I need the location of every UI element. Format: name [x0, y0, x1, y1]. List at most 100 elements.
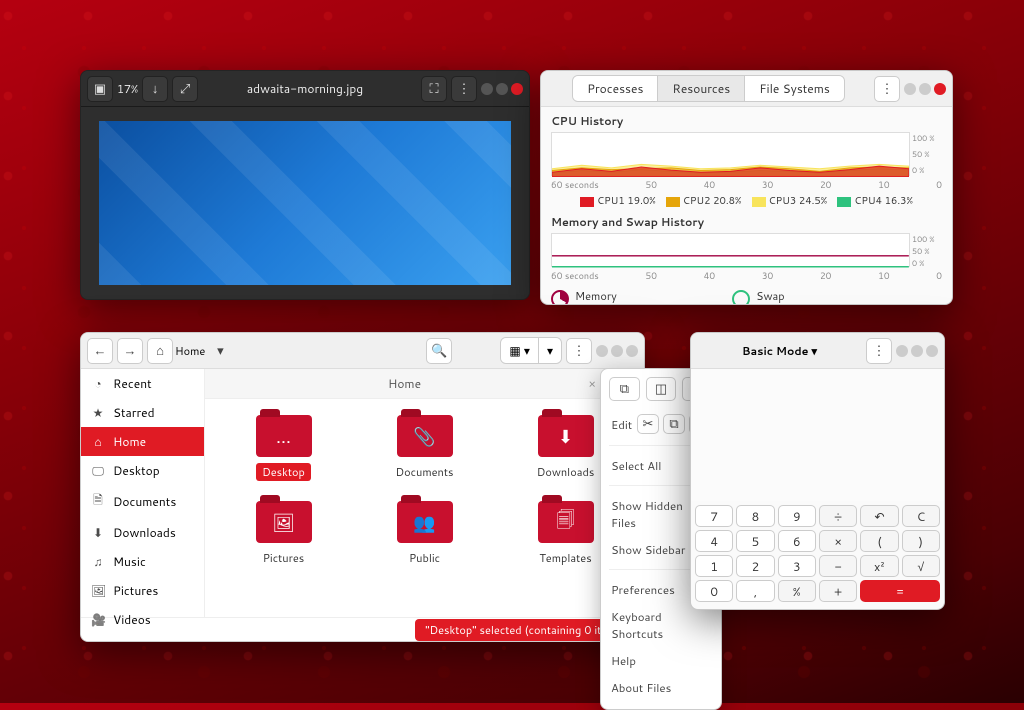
sidebar-label: Desktop [113, 462, 160, 479]
key-×[interactable]: × [819, 530, 857, 552]
image-viewer-window: ▣ 17% ↓ ⤢ adwaita-morning.jpg ⛶ ⋮ [80, 70, 530, 300]
expand-button[interactable]: ⤢ [172, 76, 198, 102]
key-7[interactable]: 7 [695, 505, 733, 527]
cut-button[interactable]: ✂ [637, 414, 659, 434]
hamburger-menu-button[interactable]: ⋮ [566, 338, 592, 364]
menu-button[interactable]: ⋮ [866, 338, 892, 364]
key-4[interactable]: 4 [695, 530, 733, 552]
menu-button[interactable]: ⋮ [451, 76, 477, 102]
nav-back-button[interactable]: ← [87, 338, 113, 364]
help-item[interactable]: Help [609, 647, 713, 674]
folder-public[interactable]: 👥Public [356, 501, 493, 567]
cpu-legend: CPU1 19.0%CPU2 20.8%CPU3 24.5%CPU4 16.3% [551, 194, 942, 208]
minimize-icon[interactable] [596, 345, 608, 357]
key-+[interactable]: + [819, 580, 857, 602]
sidebar-icon: ⬇ [91, 524, 105, 541]
system-monitor-titlebar: Processes Resources File Systems ⋮ [541, 71, 952, 107]
key-9[interactable]: 9 [778, 505, 816, 527]
folder-icon: … [256, 415, 312, 457]
key-−[interactable]: − [819, 555, 857, 577]
key-C[interactable]: C [902, 505, 940, 527]
tab-resources[interactable]: Resources [658, 76, 745, 101]
sidebar-item-desktop[interactable]: 🖵Desktop [81, 456, 204, 485]
calculator-display[interactable] [691, 369, 944, 501]
about-item[interactable]: About Files [609, 674, 713, 701]
key-1[interactable]: 1 [695, 555, 733, 577]
list-view-button[interactable]: ▾ [539, 338, 561, 363]
files-icon-grid[interactable]: …Desktop📎Documents⬇Downloads🖼Pictures👥Pu… [205, 399, 644, 617]
minimize-icon[interactable] [481, 83, 493, 95]
key-x²[interactable]: x² [860, 555, 898, 577]
cpu-history-chart [551, 132, 910, 176]
minimize-icon[interactable] [904, 83, 916, 95]
sidebar-icon: 🖼 [91, 582, 105, 599]
sidebar-item-documents[interactable]: 🗎Documents [81, 485, 204, 518]
close-icon[interactable] [511, 83, 523, 95]
image-viewport[interactable] [81, 107, 529, 299]
sidebar-item-music[interactable]: ♫Music [81, 547, 204, 576]
search-button[interactable]: 🔍 [426, 338, 452, 364]
maximize-icon[interactable] [611, 345, 623, 357]
key-÷[interactable]: ÷ [819, 505, 857, 527]
close-icon[interactable] [926, 345, 938, 357]
key-5[interactable]: 5 [736, 530, 774, 552]
key-↶[interactable]: ↶ [860, 505, 898, 527]
memory-label: Memory [575, 288, 712, 304]
new-window-button[interactable]: ◫ [646, 377, 677, 401]
sidebar-item-recent[interactable]: ◔Recent [81, 369, 204, 398]
minimize-icon[interactable] [896, 345, 908, 357]
key-2[interactable]: 2 [736, 555, 774, 577]
key-)[interactable]: ) [902, 530, 940, 552]
window-controls [904, 83, 946, 95]
key-([interactable]: ( [860, 530, 898, 552]
key-8[interactable]: 8 [736, 505, 774, 527]
folder-pictures[interactable]: 🖼Pictures [215, 501, 352, 567]
nav-forward-button[interactable]: → [117, 338, 143, 364]
copy-button[interactable]: ⧉ [663, 414, 685, 434]
files-titlebar: ← → ⌂ Home ▾ 🔍 ▦ ▾ ▾ ⋮ [81, 333, 644, 369]
sidebar-item-videos[interactable]: 🎥Videos [81, 605, 204, 634]
key-=[interactable]: = [860, 580, 940, 602]
key-%[interactable]: % [778, 580, 816, 602]
key-6[interactable]: 6 [778, 530, 816, 552]
key-3[interactable]: 3 [778, 555, 816, 577]
tab-close-icon[interactable]: × [588, 375, 596, 392]
sidebar-item-downloads[interactable]: ⬇Downloads [81, 518, 204, 547]
fullscreen-button[interactable]: ⛶ [421, 76, 447, 102]
folder-label: Desktop [256, 463, 311, 481]
calculator-window: Basic Mode ▾ ⋮ 789÷↶C 456×() 123−x²√ 0,%+= [690, 332, 945, 610]
files-tabbar: Home× H [205, 369, 644, 399]
key-√[interactable]: √ [902, 555, 940, 577]
path-home-icon[interactable]: ⌂ [147, 338, 173, 364]
close-icon[interactable] [626, 345, 638, 357]
window-controls [896, 345, 938, 357]
tab-file-systems[interactable]: File Systems [745, 76, 844, 101]
key-,[interactable]: , [736, 580, 774, 602]
folder-icon: 🗐 [538, 501, 594, 543]
sidebar-label: Videos [113, 611, 151, 628]
tab-processes[interactable]: Processes [573, 76, 658, 101]
sidebar-label: Home [113, 433, 146, 450]
fit-toggle-button[interactable]: ▣ [87, 76, 113, 102]
new-tab-button[interactable]: ⧉ [609, 377, 640, 401]
icon-view-button[interactable]: ▦ ▾ [501, 338, 539, 363]
close-icon[interactable] [934, 83, 946, 95]
calculator-mode[interactable]: Basic Mode ▾ [742, 343, 817, 359]
folder-documents[interactable]: 📎Documents [356, 415, 493, 481]
tab-home[interactable]: Home× [205, 369, 604, 398]
path-segment[interactable]: Home [175, 343, 205, 359]
menu-button[interactable]: ⋮ [874, 76, 900, 102]
folder-desktop[interactable]: … Desktop [215, 415, 352, 481]
maximize-icon[interactable] [919, 83, 931, 95]
edit-label: Edit [611, 416, 632, 433]
sidebar-item-starred[interactable]: ★Starred [81, 398, 204, 427]
maximize-icon[interactable] [911, 345, 923, 357]
zoom-out-button[interactable]: ↓ [142, 76, 168, 102]
folder-label: Public [403, 549, 446, 567]
sidebar-item-trash[interactable]: 🗑Trash [81, 634, 204, 642]
sidebar-item-home[interactable]: ⌂Home [81, 427, 204, 456]
key-0[interactable]: 0 [695, 580, 733, 602]
path-dropdown-button[interactable]: ▾ [207, 338, 233, 364]
sidebar-item-pictures[interactable]: 🖼Pictures [81, 576, 204, 605]
maximize-icon[interactable] [496, 83, 508, 95]
